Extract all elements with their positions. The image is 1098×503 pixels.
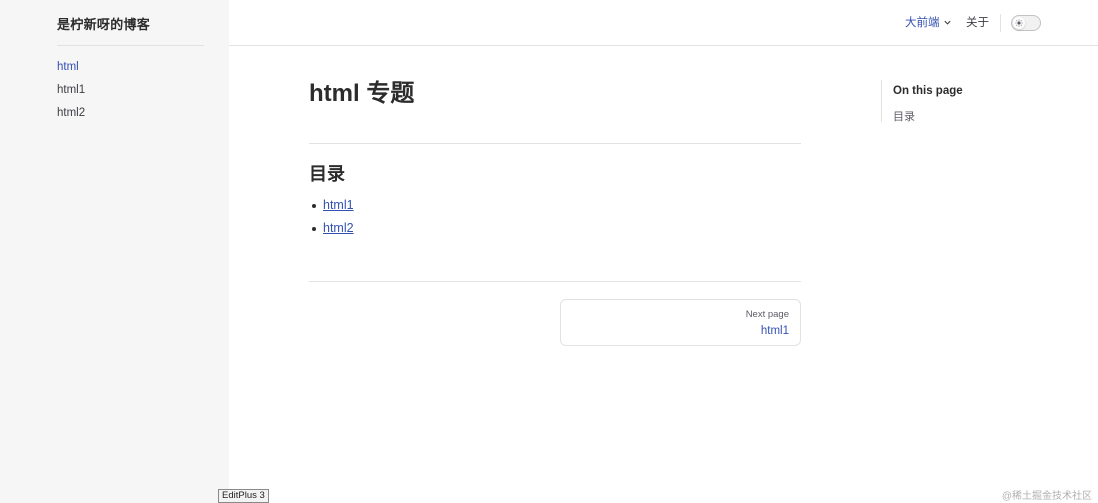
- next-page-desc: Next page: [745, 309, 789, 320]
- sidebar-item-html2[interactable]: html2: [57, 102, 85, 125]
- toc-link-html1[interactable]: html1: [323, 198, 354, 212]
- theme-toggle[interactable]: [1011, 15, 1041, 31]
- sidebar-divider: [57, 45, 204, 46]
- taskbar-label[interactable]: EditPlus 3: [218, 489, 269, 503]
- site-title[interactable]: 是柠新呀的博客: [57, 14, 150, 33]
- watermark: @稀土掘金技术社区: [1001, 491, 1092, 502]
- list-item: html2: [309, 217, 354, 240]
- toc-link-html2[interactable]: html2: [323, 221, 354, 235]
- page-title: html 专题: [309, 80, 415, 107]
- chevron-down-icon: [943, 20, 951, 25]
- list-item: html1: [309, 194, 354, 217]
- sidebar: 是柠新呀的博客 html html1 html2: [0, 0, 229, 503]
- content-divider-bottom: [309, 281, 801, 282]
- nav-divider: [1000, 14, 1001, 32]
- theme-toggle-knob: [1013, 17, 1025, 29]
- nav-menu-frontend[interactable]: 大前端: [905, 14, 952, 30]
- nav-about-link[interactable]: 关于: [966, 14, 989, 30]
- main-content: html 专题 目录 html1 html2 Next page html1: [309, 78, 801, 346]
- toc-list: html1 html2: [309, 194, 354, 240]
- sidebar-item-html1[interactable]: html1: [57, 79, 85, 102]
- sun-icon: [1015, 19, 1023, 27]
- sidebar-item-html[interactable]: html: [57, 56, 85, 79]
- outline-link-toc[interactable]: 目录: [893, 108, 915, 124]
- outline-title: On this page: [893, 85, 963, 97]
- sidebar-nav: html html1 html2: [57, 56, 85, 125]
- next-page-title: html1: [760, 325, 789, 337]
- nav-menu-label: 大前端: [905, 17, 940, 29]
- content-divider-top: [309, 143, 801, 144]
- page-outline: On this page 目录: [881, 80, 963, 123]
- next-page-button[interactable]: Next page html1: [560, 299, 801, 346]
- app-window: 是柠新呀的博客 html html1 html2 大前端 关于 html 专题 …: [0, 0, 1098, 503]
- top-nav: 大前端 关于: [229, 0, 1098, 46]
- section-title: 目录: [309, 164, 345, 184]
